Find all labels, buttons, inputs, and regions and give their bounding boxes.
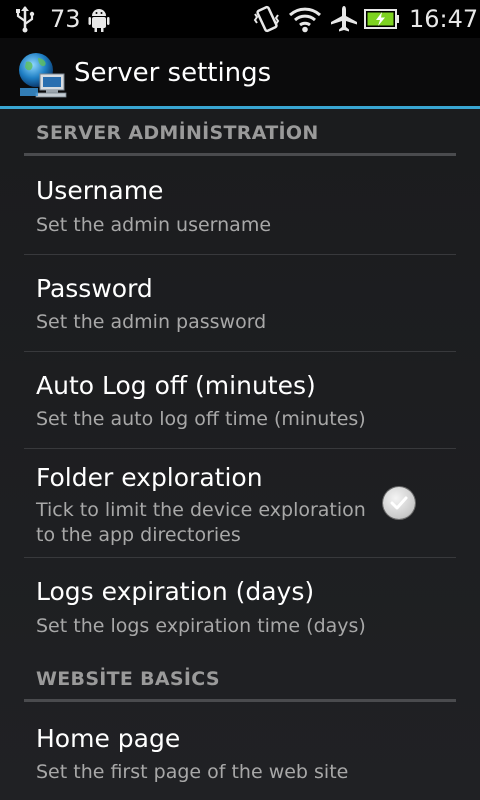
wifi-icon <box>288 0 322 38</box>
pref-username[interactable]: Username Set the admin username <box>0 158 480 254</box>
pref-summary: Set the first page of the web site <box>36 761 349 783</box>
folder-exploration-checkbox[interactable] <box>383 487 415 519</box>
settings-screen: 73 16:47 Server settings SERVER ADMİNİST… <box>0 0 480 800</box>
airplane-mode-icon <box>330 0 358 38</box>
pref-summary: Set the logs expiration time (days) <box>36 615 366 637</box>
action-bar-divider <box>0 106 480 109</box>
android-debug-icon <box>88 0 110 38</box>
vibrate-icon <box>252 0 282 38</box>
pref-summary: Tick to limit the device exploration to … <box>36 499 366 546</box>
usb-icon <box>14 0 36 38</box>
pref-title: Password <box>36 274 153 303</box>
section-header-website-basics: WEBSİTE BASİCS <box>36 668 220 690</box>
pref-title: Folder exploration <box>36 463 263 492</box>
pref-title: Home page <box>36 724 181 753</box>
pref-logs-expiration[interactable]: Logs expiration (days) Set the logs expi… <box>0 558 480 654</box>
pref-home-page[interactable]: Home page Set the first page of the web … <box>0 704 480 800</box>
server-globe-icon[interactable] <box>16 50 68 98</box>
pref-auto-log-off[interactable]: Auto Log off (minutes) Set the auto log … <box>0 352 480 448</box>
pref-folder-exploration[interactable]: Folder exploration Tick to limit the dev… <box>0 449 480 557</box>
battery-charging-icon <box>364 0 400 38</box>
pref-title: Logs expiration (days) <box>36 577 315 606</box>
section-divider <box>24 699 456 702</box>
battery-level-text: 73 <box>50 5 81 33</box>
status-bar: 73 16:47 <box>0 0 480 38</box>
pref-title: Username <box>36 176 164 205</box>
pref-password[interactable]: Password Set the admin password <box>0 255 480 351</box>
pref-title: Auto Log off (minutes) <box>36 371 316 400</box>
pref-summary: Set the admin password <box>36 311 267 333</box>
pref-summary: Set the admin username <box>36 214 272 236</box>
section-header-server-administration: SERVER ADMİNİSTRATİON <box>36 122 319 144</box>
section-divider <box>24 153 456 156</box>
pref-summary: Set the auto log off time (minutes) <box>36 408 366 430</box>
clock-text: 16:47 <box>409 5 479 33</box>
checkmark-icon <box>390 496 408 510</box>
page-title: Server settings <box>74 58 272 88</box>
